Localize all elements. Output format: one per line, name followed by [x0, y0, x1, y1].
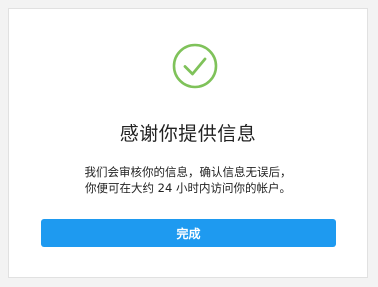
check-circle-icon [172, 43, 218, 89]
check-mark [183, 57, 207, 76]
dialog-message: 我们会审核你的信息，确认信息无误后， 你便可在大约 24 小时内访问你的帐户。 [9, 164, 367, 196]
message-line-1: 我们会审核你的信息，确认信息无误后， [84, 165, 292, 179]
done-button[interactable]: 完成 [41, 219, 336, 247]
dialog-title: 感谢你提供信息 [119, 123, 257, 145]
check-circle-ring [172, 43, 218, 89]
confirmation-dialog: 感谢你提供信息 我们会审核你的信息，确认信息无误后， 你便可在大约 24 小时内… [8, 8, 368, 278]
message-line-2: 你便可在大约 24 小时内访问你的帐户。 [85, 181, 291, 195]
